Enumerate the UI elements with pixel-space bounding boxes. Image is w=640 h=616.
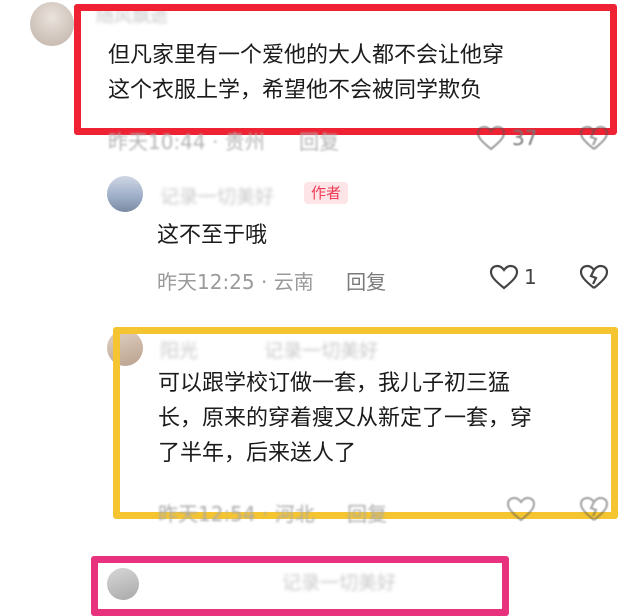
comment-meta: 昨天12:54 · 河北 回复 <box>158 498 387 527</box>
dislike-icon[interactable] <box>579 496 609 522</box>
comment-text-line: 了半年，后来送人了 <box>158 441 357 466</box>
comment-text-line: 但凡家里有一个爱他的大人都不会让他穿 <box>108 43 505 68</box>
meta-separator: · <box>261 270 268 294</box>
like-icon[interactable] <box>489 264 519 290</box>
like-icon[interactable] <box>476 125 506 151</box>
avatar[interactable] <box>107 176 143 212</box>
location: 河北 <box>274 502 315 526</box>
comment-text: 可以跟学校订做一套，我儿子初三猛 长，原来的穿着瘦又从新定了一套，穿 了半年，后… <box>158 366 532 471</box>
like-count: 37 <box>512 126 538 150</box>
like-icon[interactable] <box>506 496 536 522</box>
dislike-icon[interactable] <box>579 125 609 151</box>
comment-meta: 昨天10:44 · 贵州 回复 <box>108 126 339 155</box>
meta-separator: · <box>212 130 219 154</box>
comment-text-line: 这个衣服上学，希望他不会被同学欺负 <box>108 78 483 103</box>
avatar[interactable] <box>30 2 74 46</box>
dislike-icon[interactable] <box>579 264 609 290</box>
meta-separator: · <box>262 502 269 526</box>
comment-meta: 昨天12:25 · 云南 回复 <box>157 266 386 295</box>
reply-button[interactable]: 回复 <box>346 270 386 294</box>
timestamp: 昨天10:44 <box>108 130 206 154</box>
timestamp: 昨天12:25 <box>157 270 255 294</box>
reply-button[interactable]: 回复 <box>347 502 387 526</box>
location: 贵州 <box>224 130 265 154</box>
comment-text: 但凡家里有一个爱他的大人都不会让他穿 这个衣服上学，希望他不会被同学欺负 <box>108 38 504 108</box>
username[interactable]: 记录一切美好 <box>160 182 274 209</box>
comment-text-line: 可以跟学校订做一套，我儿子初三猛 <box>158 371 511 396</box>
reply-to-username[interactable]: 记录一切美好 <box>282 568 396 595</box>
like-count: 1 <box>524 265 537 289</box>
author-tag: 作者 <box>304 182 349 204</box>
comment-text: 这不至于哦 <box>157 223 268 248</box>
reply-button[interactable]: 回复 <box>299 130 339 154</box>
avatar[interactable] <box>107 568 139 600</box>
timestamp: 昨天12:54 <box>158 502 256 526</box>
location: 云南 <box>273 270 314 294</box>
comment-text-line: 长，原来的穿着瘦又从新定了一套，穿 <box>158 406 533 431</box>
